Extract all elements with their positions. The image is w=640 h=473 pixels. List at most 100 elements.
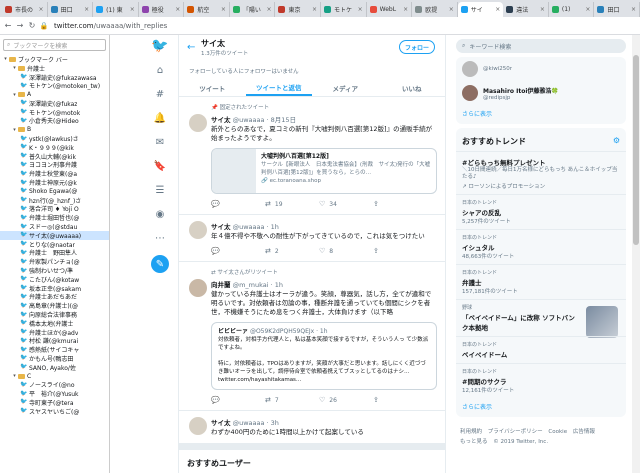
expand-arrow-icon[interactable]: ▾ [11,127,18,133]
avatar[interactable] [189,279,207,297]
bookmark-item[interactable]: 🐦 村松 謙(@kmurai [0,337,109,345]
trend-item[interactable]: #どらもっち無料プレゼント ＼10日間連続／毎日1万名様にどらもっち あんこ＆ホイ… [456,151,626,194]
like-button[interactable]: ♡ 26 [319,396,373,404]
browser-tab[interactable]: 田口 × [48,2,94,17]
footer-more-link[interactable]: もっと見る [460,439,488,445]
hashtag-icon[interactable]: # [153,87,167,101]
tweet-time[interactable]: 8月15日 [271,116,296,124]
trend-item[interactable]: 日本のトレンド シャアの反乱 5,257件のツイート [456,194,626,229]
show-more-link[interactable]: さらに表示 [456,105,626,124]
mail-icon[interactable]: ✉ [153,135,167,149]
tweet[interactable]: サイ太 @uwaaaa · 1h 年４億不得や不敬への耐性が下がってきているので… [179,215,445,262]
more-icon[interactable]: ⋯ [153,231,167,245]
bookmark-icon[interactable]: 🔖 [153,159,167,173]
avatar[interactable] [189,114,207,132]
bookmark-item[interactable]: 🐦 Shoko Egawa(@ [0,187,109,196]
bookmark-item[interactable]: 🐦 モトケン(@motoken_tw) [0,81,109,90]
bookmark-item[interactable]: 🐦 かもん号(鴨志田 [0,354,109,363]
bookmark-item[interactable]: 🐦 深澤諭史(@fukaz [0,99,109,108]
like-button[interactable]: ♡ 34 [319,200,373,208]
bookmark-item[interactable]: 🐦 普久山大輔(@kik [0,152,109,161]
twitter-bird-icon[interactable]: 🐦 [151,38,168,54]
close-tab-icon[interactable]: × [221,6,226,13]
forward-nav-icon[interactable]: → [14,20,26,32]
bookmark-item[interactable]: 🐦 落合洋司 ♦ Yoji O [0,205,109,213]
close-tab-icon[interactable]: × [312,6,317,13]
reload-icon[interactable]: ↻ [26,20,38,32]
bookmark-item[interactable]: 🐦 スドー◎(@stdau [0,222,109,231]
bookmark-item[interactable]: 🐦 深澤諭史(@fukazawasa [0,73,109,81]
tweet-time[interactable]: 3h [271,419,279,427]
close-tab-icon[interactable]: × [449,6,454,13]
profile-icon[interactable]: ◉ [153,207,167,221]
tweet[interactable]: ⇄ サイ太さんがリツイート 向井蘭 @m_mukai · 1h 健かっている弁護… [179,262,445,411]
reply-button[interactable]: 💬 [211,396,265,404]
author-name[interactable]: サイ太 [211,419,231,427]
bookmark-folder[interactable]: ▾ 弁護士 [0,64,109,72]
browser-tab[interactable]: 極役 × [139,2,185,17]
quoted-tweet[interactable]: ビビビーァ @O59K2dPQH59QEJx · 1h 対依頼者，対相手方代理人… [211,322,437,390]
home-icon[interactable]: ⌂ [153,63,167,77]
footer-terms-link[interactable]: 利用規約 [460,429,482,435]
close-tab-icon[interactable]: × [358,6,363,13]
bookmark-item[interactable]: 🐦 弁護士秋堂東(@a [0,169,109,178]
url-field[interactable]: twitter.com/uwaaaa/with_replies [54,22,167,30]
bookmark-item[interactable]: 🐦 小倉秀夫(@Hideo [0,117,109,125]
avatar[interactable] [462,61,478,77]
browser-tab[interactable]: (1) 東 × [93,2,139,17]
bookmark-item[interactable]: 🐦 強制わいせつ/準 [0,266,109,275]
compose-tweet-icon[interactable]: ✎ [151,255,169,273]
browser-tab[interactable]: 航空 × [184,2,230,17]
bookmark-folder[interactable]: ▾ C [0,372,109,381]
browser-tab[interactable]: サイ × [457,2,504,17]
avatar[interactable] [189,221,207,239]
bookmark-item[interactable]: 🐦 弁護士堀田哲也(@ [0,213,109,222]
bookmark-item[interactable]: 🐦 向原総合法律事務 [0,310,109,319]
footer-ads-link[interactable]: 広告情報 [573,429,595,435]
author-name[interactable]: サイ太 [211,116,231,124]
bookmark-item[interactable]: 🐦 弁護士あだちあだ [0,293,109,301]
browser-tab[interactable]: 市長の × [2,2,48,17]
avatar[interactable] [462,85,478,101]
close-tab-icon[interactable]: × [585,6,590,13]
link-card[interactable]: 大嘘判例八百選[第12版] サークル【新眼法人 日本鬼法書協会】(刑裁 サイ太)… [211,148,437,194]
follow-button[interactable]: フォロー [399,40,435,54]
bookmark-item[interactable]: 🐦 とりな(@naotar [0,240,109,249]
like-button[interactable]: ♡ 8 [319,247,373,255]
bookmark-folder[interactable]: ▾ A [0,90,109,99]
bookmark-item[interactable]: 🐦 弁護士 野田隼人 [0,249,109,257]
expand-arrow-icon[interactable]: ▾ [11,92,18,98]
retweet-button[interactable]: ⇄ 7 [265,396,319,404]
twitter-search-input[interactable]: ⌕ キーワード検索 [456,39,626,53]
list-icon[interactable]: ☰ [153,183,167,197]
expand-arrow-icon[interactable]: ▾ [11,65,18,71]
close-tab-icon[interactable]: × [631,6,636,13]
back-nav-icon[interactable]: ← [2,20,14,32]
follow-suggestion[interactable]: @kiwi250r [456,57,626,81]
close-tab-icon[interactable]: × [175,6,180,13]
tab-likes[interactable]: いいね [379,79,446,96]
close-tab-icon[interactable]: × [403,6,408,13]
bookmark-item[interactable]: 🐦 寺町東子(@tera [0,398,109,407]
tab-tweets[interactable]: ツイート [179,79,246,96]
bookmark-item[interactable]: 🐦 弁護士神原元(@k [0,178,109,187]
browser-tab[interactable]: WebL × [367,2,413,17]
browser-tab[interactable]: (1) × [549,2,595,17]
bookmark-item[interactable]: 🐦 弁家製パンチョ(@ [0,257,109,266]
tweet-time[interactable]: 1h [275,281,283,289]
bookmark-item[interactable]: 🐦 SANO, Ayako/佐 [0,363,109,372]
tab-tweets-and-replies[interactable]: ツイートと返信 [245,79,312,96]
bookmark-item[interactable]: 🐦 モトケン(@motok [0,108,109,117]
bookmark-folder[interactable]: ▾ B [0,125,109,134]
follow-suggestion[interactable]: Masahiro Itoi伊藤雅浩🍀 @redipsjp [456,81,626,105]
footer-cookie-link[interactable]: Cookie [548,429,567,435]
avatar[interactable] [189,417,207,435]
close-tab-icon[interactable]: × [84,6,89,13]
gear-icon[interactable]: ⚙ [613,136,620,147]
show-more-trends-link[interactable]: さらに表示 [456,398,626,417]
bookmark-item[interactable]: 🐦 橋本太地(弁護士 [0,319,109,328]
close-tab-icon[interactable]: × [130,6,135,13]
trend-item[interactable]: 野球 「ベイペイドーム」に改称 ソフトバンク本拠地 [456,299,626,338]
close-tab-icon[interactable]: × [495,6,500,13]
bookmark-item[interactable]: 🐦 こたびん(@kotaw [0,275,109,284]
